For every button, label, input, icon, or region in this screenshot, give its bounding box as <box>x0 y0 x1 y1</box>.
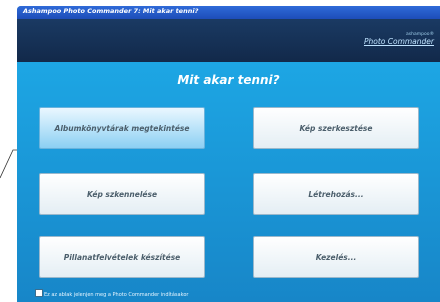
button-label: Létrehozás... <box>308 189 364 199</box>
button-label: Kezelés... <box>315 252 357 262</box>
show-on-startup-checkbox[interactable] <box>35 289 43 297</box>
button-label: Albumkönyvtárak megtekintése <box>54 123 190 133</box>
edit-image-button[interactable]: Kép szerkesztése <box>253 107 419 149</box>
app-window: Ashampoo Photo Commander 7: Mit akar ten… <box>17 6 440 302</box>
manage-button[interactable]: Kezelés... <box>253 236 419 278</box>
button-label: Kép szerkesztése <box>299 123 373 133</box>
scan-image-button[interactable]: Kép szkennelése <box>39 173 205 215</box>
brand-logo[interactable]: Photo Commander <box>364 37 434 46</box>
take-snapshot-button[interactable]: Pillanatfelvételek készítése <box>39 236 205 278</box>
main-panel: Mit akar tenni? Albumkönyvtárak megtekin… <box>17 62 440 302</box>
button-label: Kép szkennelése <box>86 189 158 199</box>
header-banner: ashampoo® Photo Commander <box>17 19 440 62</box>
show-on-startup-label: Ez az ablak jelenjen meg a Photo Command… <box>44 292 189 298</box>
window-title: Ashampoo Photo Commander 7: Mit akar ten… <box>23 7 199 15</box>
button-label: Pillanatfelvételek készítése <box>63 252 181 262</box>
create-button[interactable]: Létrehozás... <box>253 173 419 215</box>
page-heading: Mit akar tenni? <box>177 73 280 87</box>
title-bar: Ashampoo Photo Commander 7: Mit akar ten… <box>17 6 440 19</box>
view-album-folders-button[interactable]: Albumkönyvtárak megtekintése <box>39 107 205 149</box>
